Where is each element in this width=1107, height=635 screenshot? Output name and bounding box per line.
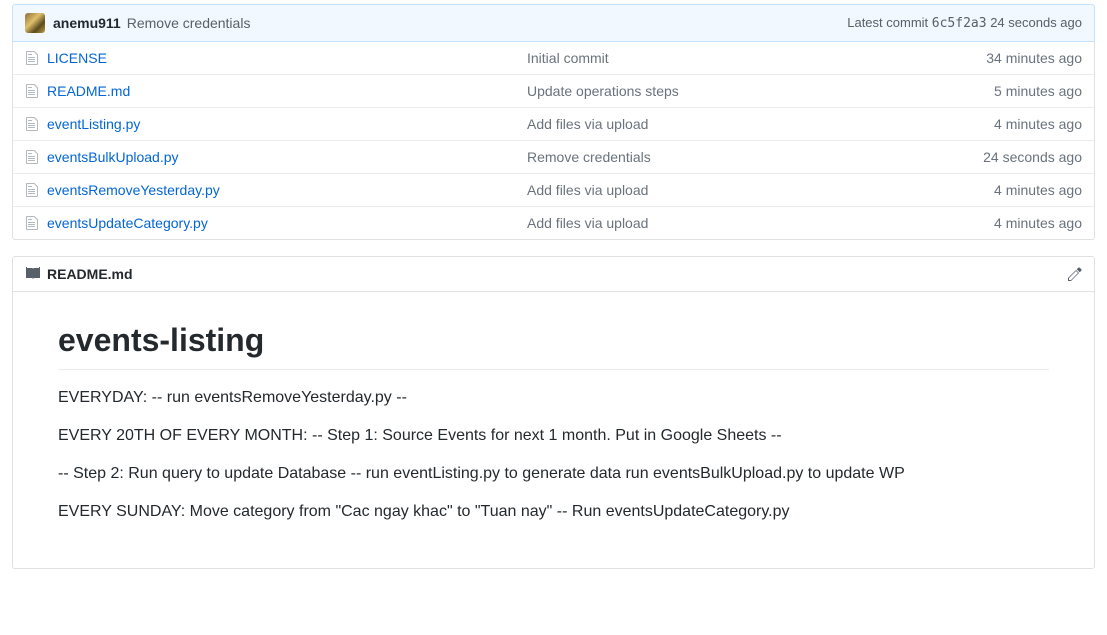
readme-title: events-listing (58, 322, 1049, 370)
file-commit-message[interactable]: Remove credentials (527, 149, 651, 165)
file-link[interactable]: eventsBulkUpload.py (47, 149, 179, 165)
file-time: 34 minutes ago (986, 50, 1082, 66)
file-icon (25, 149, 39, 165)
file-icon (25, 182, 39, 198)
readme-filename: README.md (47, 266, 133, 282)
file-list: LICENSE Initial commit 34 minutes ago READM… (12, 42, 1095, 240)
file-link[interactable]: eventsRemoveYesterday.py (47, 182, 220, 198)
commit-time: 24 seconds ago (990, 15, 1082, 30)
readme-body: events-listing EVERYDAY: -- run eventsRe… (13, 292, 1094, 568)
table-row: eventsBulkUpload.py Remove credentials 24 … (13, 140, 1094, 173)
pencil-icon[interactable] (1068, 266, 1082, 282)
file-link[interactable]: eventListing.py (47, 116, 140, 132)
file-time: 4 minutes ago (994, 116, 1082, 132)
table-row: README.md Update operations steps 5 minute… (13, 74, 1094, 107)
table-row: LICENSE Initial commit 34 minutes ago (13, 42, 1094, 74)
commit-message-link[interactable]: Remove credentials (127, 15, 251, 31)
readme-box: README.md events-listing EVERYDAY: -- ru… (12, 256, 1095, 569)
file-commit-message[interactable]: Initial commit (527, 50, 609, 66)
readme-paragraph: -- Step 2: Run query to update Database … (58, 462, 1049, 486)
table-row: eventListing.py Add files via upload 4 min… (13, 107, 1094, 140)
author-link[interactable]: anemu911 (53, 15, 121, 31)
file-commit-message[interactable]: Update operations steps (527, 83, 679, 99)
file-commit-message[interactable]: Add files via upload (527, 215, 648, 231)
readme-paragraph: EVERYDAY: -- run eventsRemoveYesterday.p… (58, 386, 1049, 410)
file-commit-message[interactable]: Add files via upload (527, 116, 648, 132)
readme-paragraph: EVERY 20TH OF EVERY MONTH: -- Step 1: So… (58, 424, 1049, 448)
file-time: 24 seconds ago (983, 149, 1082, 165)
file-link[interactable]: eventsUpdateCategory.py (47, 215, 208, 231)
table-row: eventsRemoveYesterday.py Add files via up… (13, 173, 1094, 206)
file-link[interactable]: README.md (47, 83, 130, 99)
file-icon (25, 215, 39, 231)
avatar[interactable] (25, 13, 45, 33)
book-icon (25, 266, 41, 282)
file-time: 5 minutes ago (994, 83, 1082, 99)
file-icon (25, 83, 39, 99)
file-time: 4 minutes ago (994, 182, 1082, 198)
file-time: 4 minutes ago (994, 215, 1082, 231)
readme-paragraph: EVERY SUNDAY: Move category from "Cac ng… (58, 500, 1049, 524)
latest-commit-label: Latest commit (847, 15, 928, 30)
file-link[interactable]: LICENSE (47, 50, 107, 66)
commit-sha-link[interactable]: 6c5f2a3 (932, 16, 987, 31)
file-commit-message[interactable]: Add files via upload (527, 182, 648, 198)
latest-commit-bar: anemu911 Remove credentials Latest commi… (12, 4, 1095, 42)
table-row: eventsUpdateCategory.py Add files via upl… (13, 206, 1094, 239)
file-icon (25, 50, 39, 66)
file-icon (25, 116, 39, 132)
